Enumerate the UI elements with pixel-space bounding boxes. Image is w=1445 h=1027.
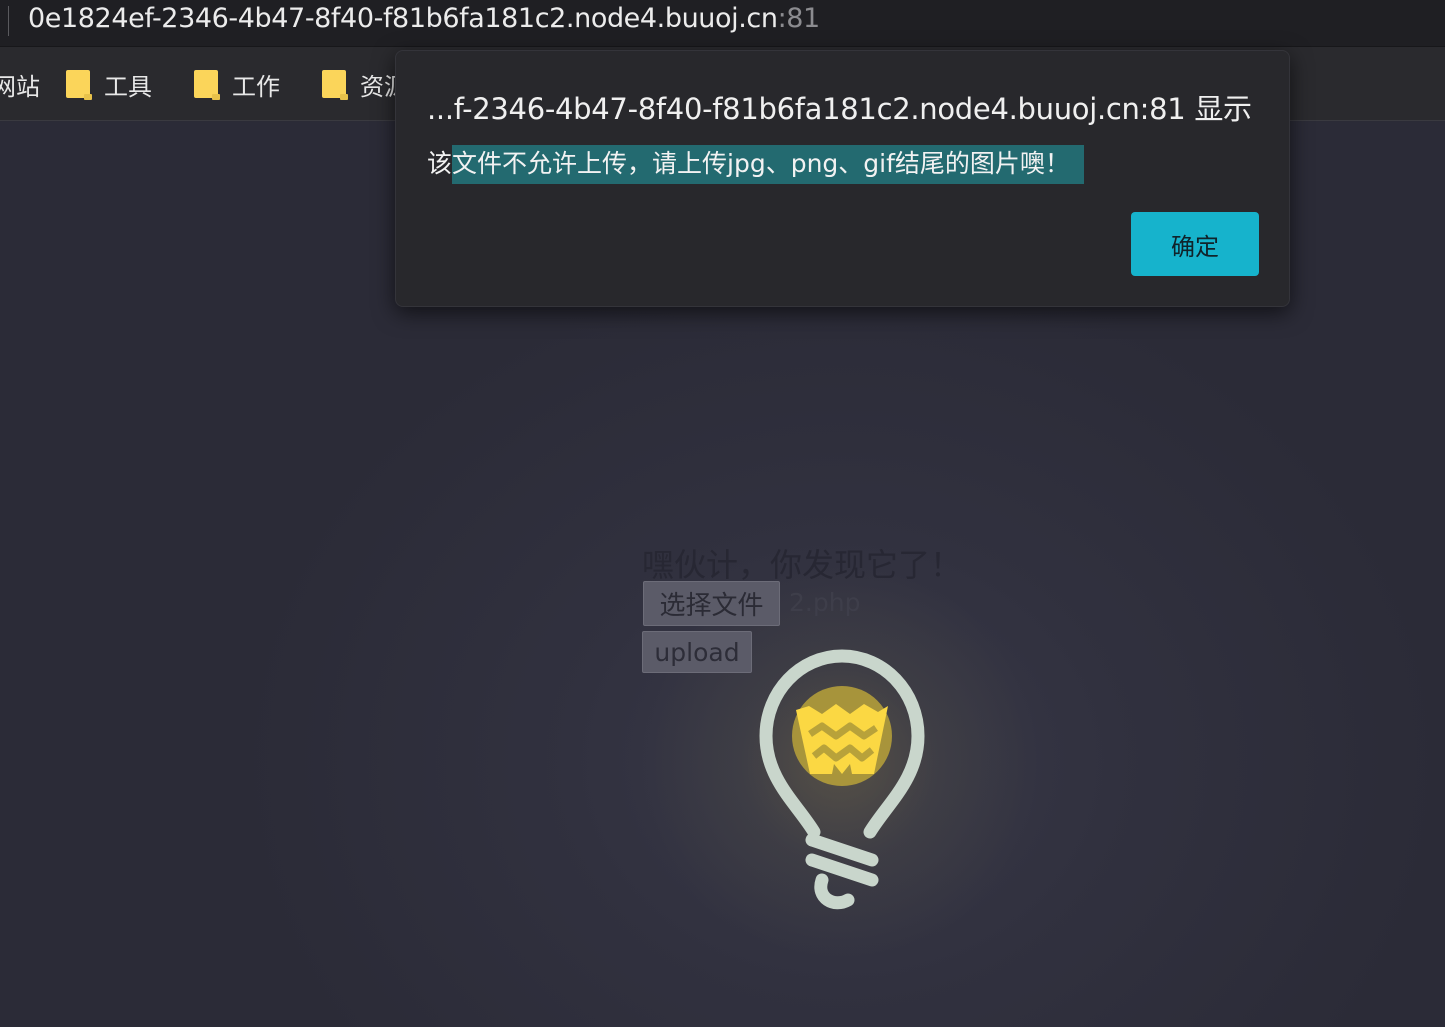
dialog-title: ...f-2346-4b47-8f40-f81b6fa181c2.node4.b… <box>427 92 1252 126</box>
choose-file-button[interactable]: 选择文件 <box>643 581 780 626</box>
text-cursor <box>8 6 9 36</box>
bookmark-work[interactable]: 工作 <box>194 69 280 101</box>
dialog-message-start: 该 <box>427 149 453 178</box>
url-host: 0e1824ef-2346-4b47-8f40-f81b6fa181c2.nod… <box>28 3 778 34</box>
page-title: 嘿伙计，你发现它了！ <box>642 546 963 584</box>
folder-icon <box>66 70 92 100</box>
upload-button[interactable]: upload <box>642 631 752 673</box>
address-bar[interactable]: 0e1824ef-2346-4b47-8f40-f81b6fa181c2.nod… <box>0 0 1445 47</box>
url-text[interactable]: 0e1824ef-2346-4b47-8f40-f81b6fa181c2.nod… <box>28 3 820 34</box>
selected-file-name: 2.php <box>789 588 861 617</box>
folder-icon <box>322 70 348 100</box>
alert-dialog: ...f-2346-4b47-8f40-f81b6fa181c2.node4.b… <box>395 50 1290 307</box>
url-port: :81 <box>777 3 821 34</box>
bookmark-tools[interactable]: 工具 <box>66 69 152 101</box>
folder-icon <box>194 70 220 100</box>
dialog-message-selected: 文件不允许上传，请上传jpg、png、gif结尾的图片噢！ <box>452 145 1084 184</box>
bookmark-websites[interactable]: 网站 <box>0 69 40 101</box>
bookmark-label: 网站 <box>0 72 40 101</box>
bookmark-label: 工具 <box>104 72 152 101</box>
lightbulb-icon <box>759 649 925 910</box>
bulb-filament <box>796 704 888 774</box>
bookmark-label: 工作 <box>232 72 280 101</box>
dialog-message: 该文件不允许上传，请上传jpg、png、gif结尾的图片噢！ <box>427 144 1084 184</box>
ok-button[interactable]: 确定 <box>1131 212 1259 276</box>
